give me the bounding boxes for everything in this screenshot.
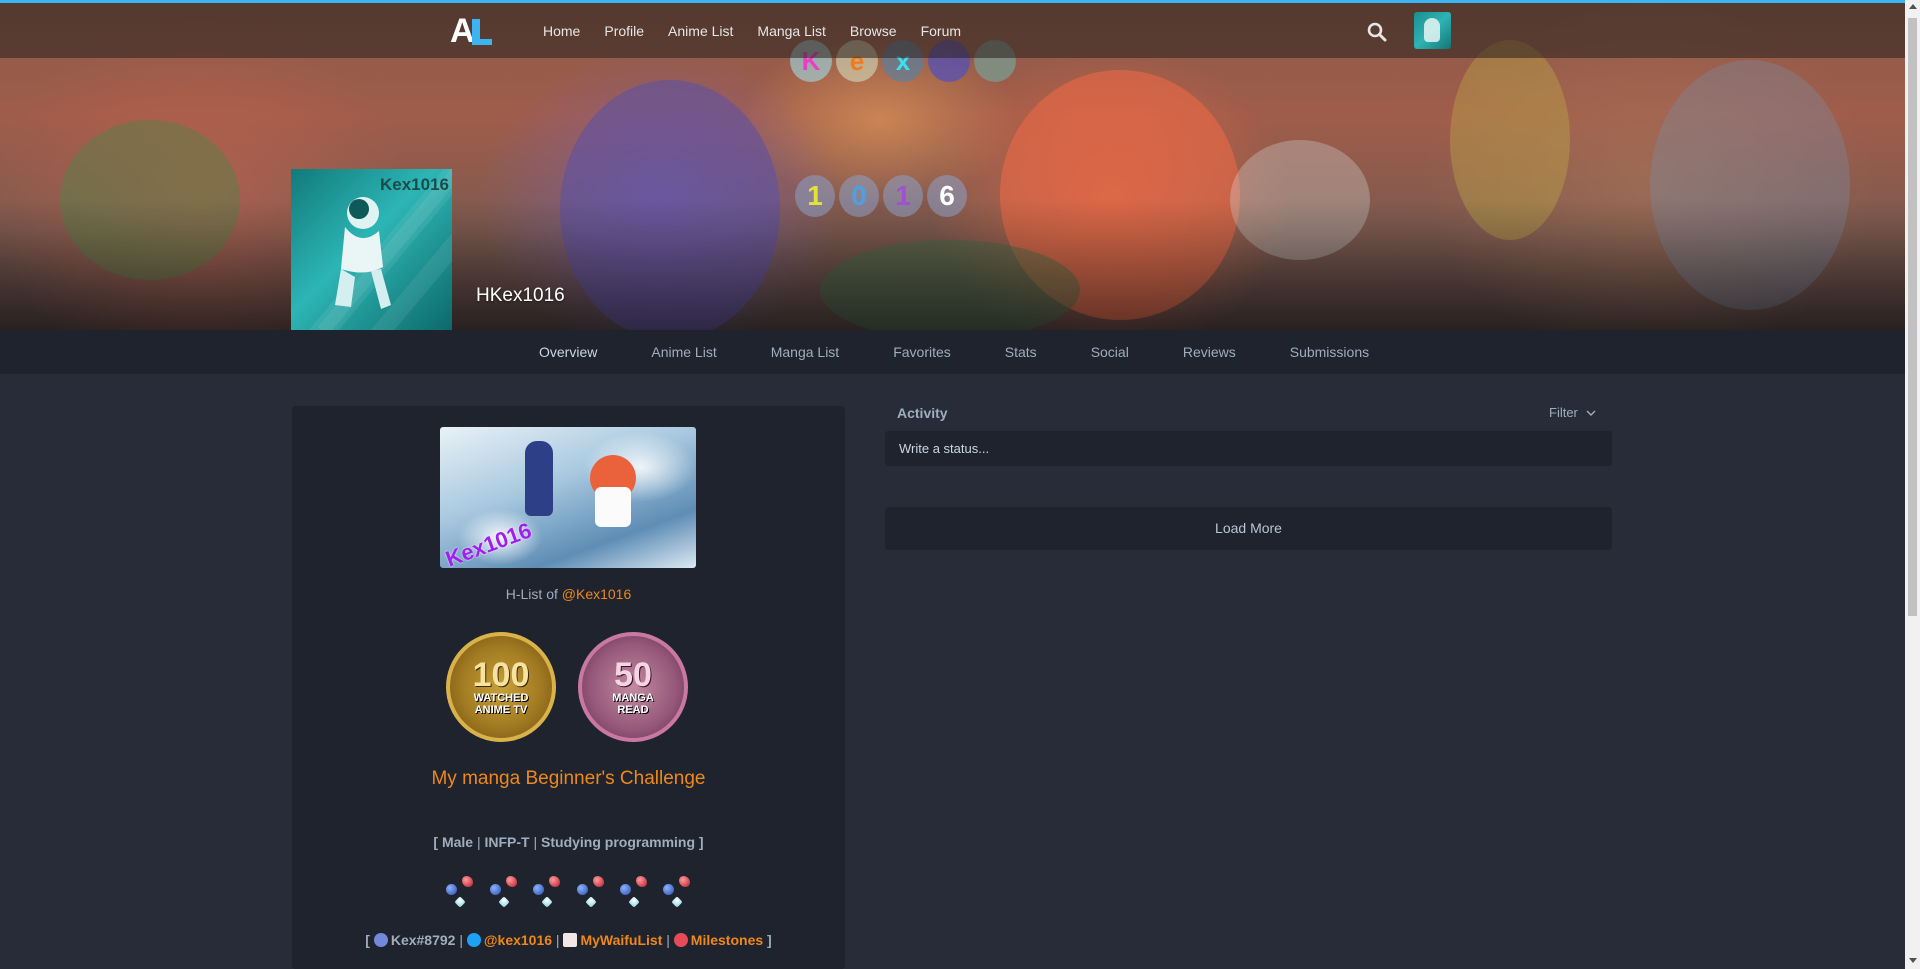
activity-title: Activity: [897, 405, 948, 421]
twitter-link[interactable]: @kex1016: [484, 932, 552, 948]
tab-favorites[interactable]: Favorites: [893, 344, 951, 360]
top-accent-bar: [0, 0, 1905, 3]
nav-profile[interactable]: Profile: [604, 23, 644, 39]
gem-decoration: [442, 876, 696, 912]
tab-stats[interactable]: Stats: [1005, 344, 1037, 360]
scroll-up-arrow[interactable]: [1909, 4, 1917, 9]
milestones-link[interactable]: Milestones: [691, 932, 763, 948]
status-input[interactable]: Write a status...: [885, 431, 1612, 466]
waifu-icon: [563, 933, 578, 947]
anime-watched-badge[interactable]: 100 WATCHED ANIME TV: [446, 632, 556, 742]
search-icon[interactable]: [1366, 21, 1388, 43]
top-nav: A Home Profile Anime List Manga List Bro…: [0, 3, 1905, 58]
banner-number-letters: 1 0 1 6: [795, 175, 967, 217]
profile-tabs: Overview Anime List Manga List Favorites…: [0, 330, 1905, 374]
nav-links: Home Profile Anime List Manga List Brows…: [543, 3, 985, 58]
chevron-down-icon: [1586, 410, 1596, 416]
tab-social[interactable]: Social: [1091, 344, 1129, 360]
tab-anime-list[interactable]: Anime List: [651, 344, 716, 360]
nav-anime-list[interactable]: Anime List: [668, 23, 733, 39]
social-links-line: [ Kex#8792 | @kex1016 | MyWaifuList | Mi…: [365, 932, 772, 948]
anilist-logo[interactable]: A: [450, 13, 492, 49]
hlist-line: H-List of @Kex1016: [505, 586, 632, 602]
user-avatar[interactable]: [1414, 12, 1451, 49]
nav-forum[interactable]: Forum: [921, 23, 961, 39]
tab-submissions[interactable]: Submissions: [1290, 344, 1369, 360]
hlist-mention-link[interactable]: @Kex1016: [562, 586, 631, 602]
load-more-button[interactable]: Load More: [885, 507, 1612, 550]
manga-read-badge[interactable]: 50 MANGA READ: [578, 632, 688, 742]
manga-challenge-link[interactable]: My manga Beginner's Challenge: [292, 768, 845, 790]
discord-icon: [373, 933, 388, 947]
tab-reviews[interactable]: Reviews: [1183, 344, 1236, 360]
profile-info-line: [ Male | INFP-T | Studying programming ]: [433, 834, 704, 850]
tab-overview[interactable]: Overview: [539, 344, 597, 360]
twitter-icon: [466, 933, 481, 947]
tab-manga-list[interactable]: Manga List: [771, 344, 839, 360]
mywaifulist-link[interactable]: MyWaifuList: [580, 932, 662, 948]
scrollbar-thumb[interactable]: [1908, 18, 1917, 616]
nav-home[interactable]: Home: [543, 23, 580, 39]
activity-filter[interactable]: Filter: [1549, 405, 1596, 420]
nav-manga-list[interactable]: Manga List: [757, 23, 825, 39]
milestones-icon: [673, 933, 688, 947]
profile-username: HKex1016: [476, 285, 565, 306]
about-banner-image: Kex1016: [440, 427, 696, 568]
discord-tag: Kex#8792: [390, 932, 456, 948]
profile-avatar: Kex1016: [291, 169, 452, 330]
about-panel: Kex1016 H-List of @Kex1016 100 WATCHED A…: [292, 406, 845, 969]
nav-browse[interactable]: Browse: [850, 23, 897, 39]
scroll-down-arrow[interactable]: [1909, 958, 1917, 963]
